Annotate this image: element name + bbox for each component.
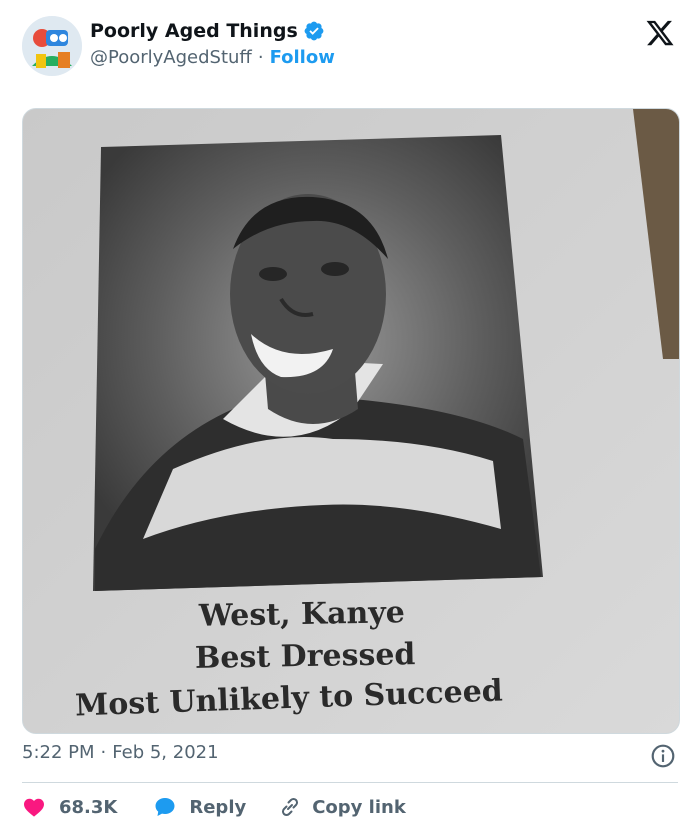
- info-icon[interactable]: [650, 743, 676, 769]
- like-button[interactable]: 68.3K: [22, 795, 117, 819]
- link-icon: [282, 797, 299, 817]
- tweet-time: 5:22 PM: [22, 742, 95, 763]
- author-handle-row: @PoorlyAgedStuff · Follow: [90, 47, 335, 68]
- tweet-photo[interactable]: West, Kanye Best Dressed Most Unlikely t…: [22, 108, 680, 734]
- author-handle[interactable]: @PoorlyAgedStuff: [90, 47, 252, 68]
- copy-link-button[interactable]: Copy link: [278, 795, 406, 819]
- verified-badge-icon: [304, 21, 324, 41]
- x-logo-icon[interactable]: [645, 18, 675, 48]
- handle-separator: ·: [257, 47, 264, 68]
- tweet-actions: 68.3K Reply Copy link: [22, 792, 406, 822]
- divider: [22, 782, 678, 783]
- author-name-row: Poorly Aged Things: [90, 20, 325, 42]
- avatar[interactable]: [22, 16, 82, 76]
- timestamp-separator: ·: [100, 742, 107, 763]
- caption-award-1: Best Dressed: [194, 637, 416, 676]
- reply-button[interactable]: Reply: [153, 795, 246, 819]
- like-count: 68.3K: [59, 796, 118, 818]
- reply-bubble-icon: [155, 798, 175, 816]
- caption-name: West, Kanye: [198, 595, 406, 634]
- embedded-tweet-card: Poorly Aged Things @PoorlyAgedStuff · Fo…: [0, 0, 700, 834]
- copy-link-label: Copy link: [312, 796, 406, 818]
- author-display-name[interactable]: Poorly Aged Things: [90, 20, 298, 42]
- heart-icon: [24, 798, 44, 817]
- reply-label: Reply: [189, 796, 247, 818]
- tweet-timestamp[interactable]: 5:22 PM · Feb 5, 2021: [22, 742, 219, 763]
- tweet-date: Feb 5, 2021: [112, 742, 219, 763]
- follow-button[interactable]: Follow: [270, 47, 335, 68]
